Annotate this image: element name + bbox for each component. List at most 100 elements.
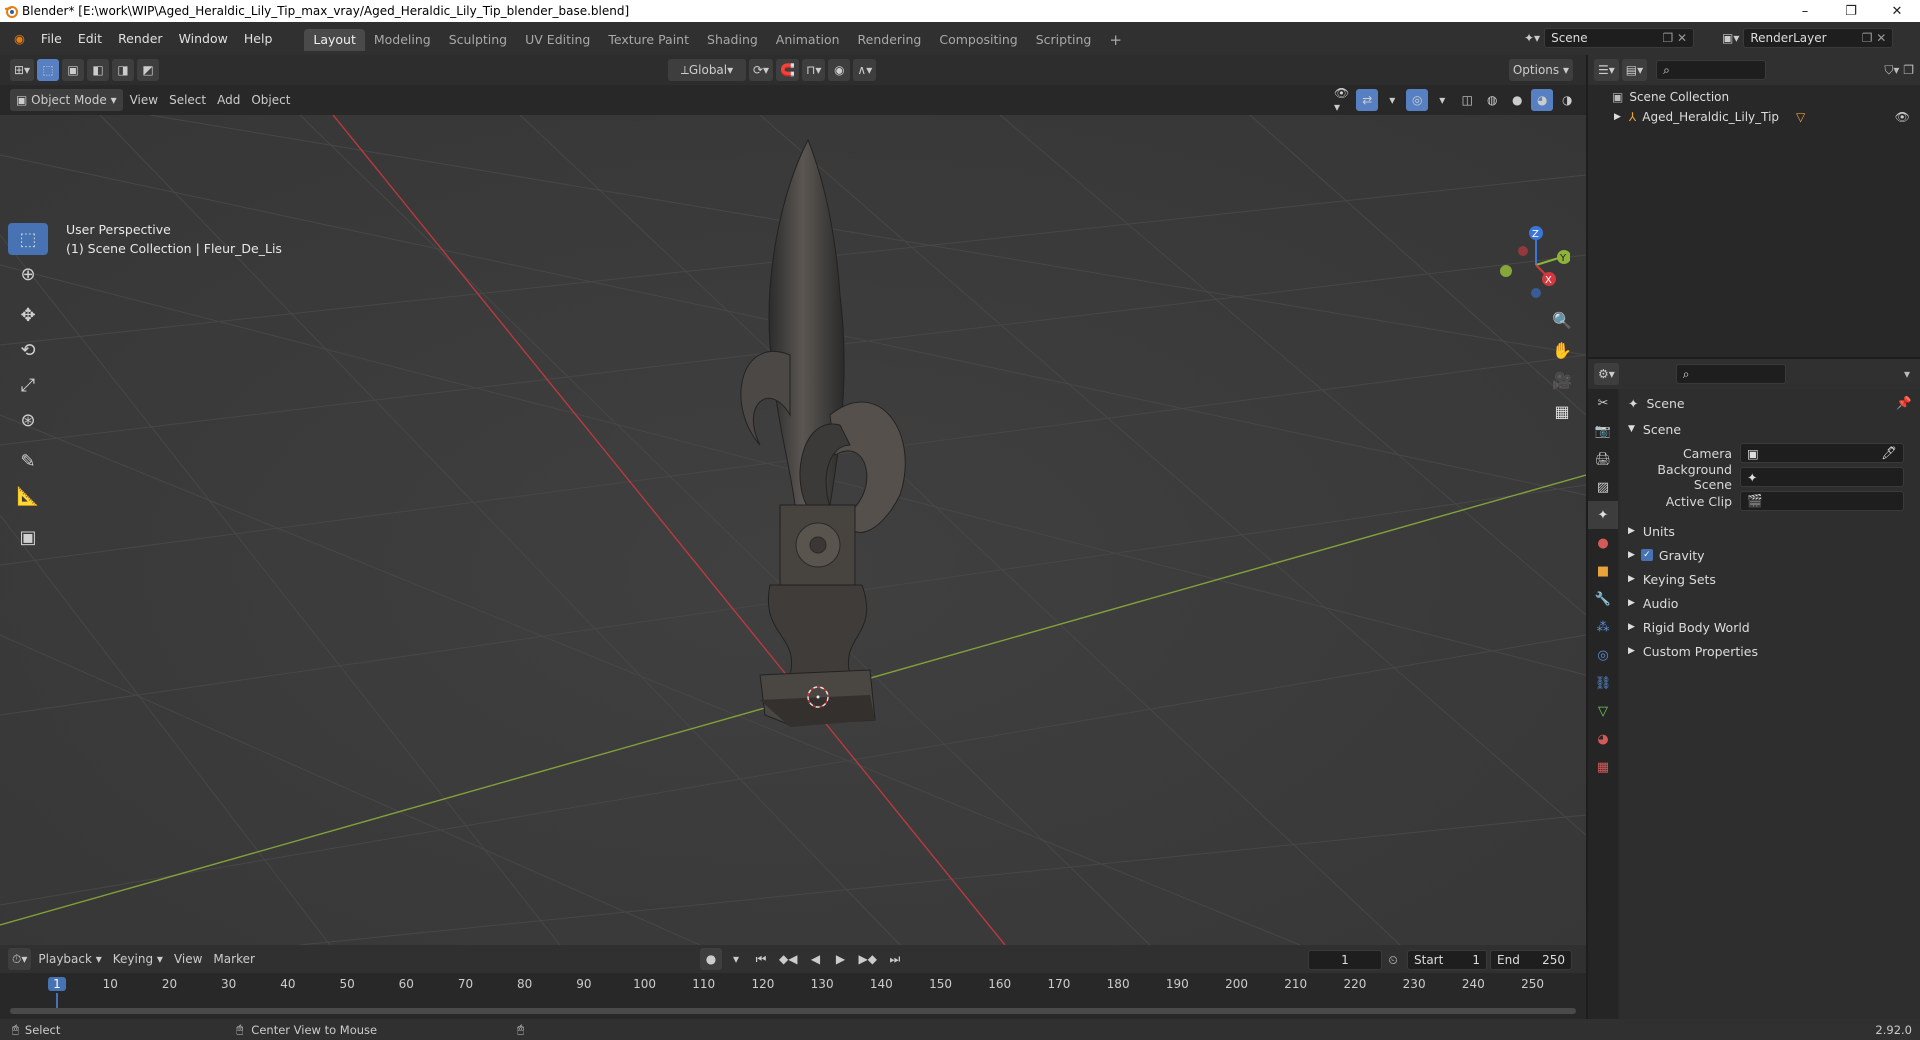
proportional-edit-icon[interactable]: ◉	[828, 59, 851, 81]
scene-selector[interactable]: Scene ❐ ✕	[1544, 28, 1695, 48]
measure-tool-icon[interactable]: 📐	[8, 480, 48, 512]
particles-tab-icon[interactable]: ⁂	[1588, 613, 1618, 641]
viewport-menu-view[interactable]: View	[126, 89, 162, 111]
pin-icon[interactable]: 📌	[1896, 395, 1912, 411]
outliner-item[interactable]: ▶ ⅄ Aged_Heraldic_Lily_Tip ▽ 👁	[1588, 107, 1920, 127]
physics-tab-icon[interactable]: ◎	[1588, 641, 1618, 669]
zoom-icon[interactable]: 🔍	[1548, 306, 1576, 334]
background-scene-field[interactable]: ✦	[1740, 467, 1904, 487]
outliner-editor-type-icon[interactable]: ☰▾	[1594, 59, 1619, 81]
transform-tool-icon[interactable]: ⊛	[8, 404, 48, 436]
timeline-menu-view[interactable]: View	[170, 948, 206, 970]
xray-icon[interactable]: ◫	[1456, 89, 1478, 111]
menu-edit[interactable]: Edit	[70, 27, 110, 51]
custom-properties-panel[interactable]: ▶ Custom Properties	[1620, 639, 1920, 663]
gravity-checkbox[interactable]: ✓	[1640, 549, 1653, 561]
outliner-search-input[interactable]: ⌕	[1656, 60, 1767, 80]
add-workspace-icon[interactable]: +	[1100, 29, 1131, 51]
expand-arrow-icon[interactable]: ▶	[1614, 112, 1621, 122]
play-icon[interactable]: ▶	[829, 948, 851, 970]
scene-tab-icon[interactable]: ✦	[1588, 501, 1618, 529]
data-tab-icon[interactable]: ▽	[1588, 697, 1618, 725]
end-frame-input[interactable]: End 250	[1490, 950, 1572, 970]
display-mode-icon[interactable]: ▤▾	[1621, 59, 1648, 81]
copy-layer-icon[interactable]: ❐ ✕	[1862, 31, 1887, 45]
tab-layout[interactable]: Layout	[304, 28, 365, 51]
proportional-falloff-icon[interactable]: ∧▾	[853, 59, 877, 81]
properties-options-icon[interactable]: ▾	[1904, 367, 1910, 381]
menu-help[interactable]: Help	[236, 27, 281, 51]
tab-modeling[interactable]: Modeling	[365, 29, 440, 51]
keying-sets-panel[interactable]: ▶ Keying Sets	[1620, 567, 1920, 591]
tab-texture-paint[interactable]: Texture Paint	[599, 29, 698, 51]
tab-compositing[interactable]: Compositing	[930, 29, 1026, 51]
start-frame-input[interactable]: Start 1	[1407, 950, 1487, 970]
rigid-body-world-panel[interactable]: ▶ Rigid Body World	[1620, 615, 1920, 639]
constraints-tab-icon[interactable]: ⛓	[1588, 669, 1618, 697]
object-mode-dropdown[interactable]: ▣ Object Mode ▾	[10, 89, 123, 111]
play-reverse-icon[interactable]: ◀	[804, 948, 826, 970]
properties-search-input[interactable]: ⌕	[1675, 364, 1786, 384]
scale-tool-icon[interactable]: ⤢	[8, 369, 48, 401]
minimize-button[interactable]: –	[1782, 0, 1828, 22]
view-layer-selector[interactable]: RenderLayer ❐ ✕	[1743, 28, 1894, 48]
shading-solid-icon[interactable]: ●	[1506, 89, 1528, 111]
render-tab-icon[interactable]: 📷	[1588, 417, 1618, 445]
timeline-menu-playback[interactable]: Playback ▾	[34, 948, 105, 970]
select-box-icon[interactable]: ⬚	[37, 59, 60, 81]
world-tab-icon[interactable]: ●	[1588, 529, 1618, 557]
record-options-icon[interactable]: ▾	[725, 948, 747, 970]
eye-visibility-icon[interactable]: 👁	[1895, 110, 1910, 124]
camera-view-icon[interactable]: 🎥	[1548, 366, 1576, 394]
scene-collection-row[interactable]: ▣ Scene Collection	[1588, 87, 1920, 107]
view-layer-icon[interactable]: ▣▾	[1722, 31, 1739, 45]
maximize-button[interactable]: ❐	[1828, 0, 1874, 22]
snap-target-icon[interactable]: ⊓▾	[802, 59, 826, 81]
tab-shading[interactable]: Shading	[698, 29, 767, 51]
blender-menu-icon[interactable]: ◉	[6, 27, 33, 51]
close-button[interactable]: ✕	[1874, 0, 1920, 22]
modifier-icon[interactable]: ▽	[1796, 110, 1805, 124]
current-frame-input[interactable]: 1	[1308, 950, 1382, 970]
audio-panel[interactable]: ▶ Audio	[1620, 591, 1920, 615]
next-keyframe-icon[interactable]: ▶◆	[854, 948, 880, 970]
rotate-tool-icon[interactable]: ⟲	[8, 334, 48, 366]
overlay-dropdown-icon[interactable]: ▾	[1431, 89, 1453, 111]
select-mode-extend-icon[interactable]: ◧	[87, 59, 110, 81]
tab-sculpting[interactable]: Sculpting	[440, 29, 516, 51]
record-icon[interactable]: ●	[700, 948, 722, 970]
select-mode-new-icon[interactable]: ▣	[62, 59, 85, 81]
3d-viewport[interactable]: User Perspective (1) Scene Collection | …	[0, 115, 1586, 945]
properties-editor-type-icon[interactable]: ⚙▾	[1594, 363, 1619, 385]
transform-orientation-dropdown[interactable]: ⟂ Global ▾	[668, 59, 746, 81]
move-tool-icon[interactable]: ✥	[8, 299, 48, 331]
tab-uv-editing[interactable]: UV Editing	[516, 29, 599, 51]
shading-material-icon[interactable]: ◕	[1531, 89, 1554, 111]
annotate-tool-icon[interactable]: ✎	[8, 445, 48, 477]
viewport-menu-object[interactable]: Object	[247, 89, 294, 111]
cursor-tool-icon[interactable]: ⊕	[8, 258, 48, 290]
view-layer-tab-icon[interactable]: ▨	[1588, 473, 1618, 501]
shading-wireframe-icon[interactable]: ◍	[1481, 89, 1503, 111]
object-tab-icon[interactable]: ■	[1588, 557, 1618, 585]
tab-rendering[interactable]: Rendering	[849, 29, 931, 51]
jump-start-icon[interactable]: ⏮	[750, 948, 772, 970]
prev-keyframe-icon[interactable]: ◆◀	[775, 948, 801, 970]
gizmo-dropdown-icon[interactable]: ▾	[1381, 89, 1403, 111]
scene-icon[interactable]: ✦▾	[1524, 31, 1540, 45]
timeline-scrollbar[interactable]	[10, 1008, 1576, 1014]
visibility-icon[interactable]: 👁▾	[1330, 86, 1353, 114]
preview-range-icon[interactable]: ⏲	[1382, 949, 1404, 971]
overlay-toggle-icon[interactable]: ◎	[1406, 89, 1429, 111]
output-tab-icon[interactable]: 🖨	[1588, 445, 1618, 473]
timeline-menu-keying[interactable]: Keying ▾	[109, 948, 167, 970]
jump-end-icon[interactable]: ⏭	[884, 948, 906, 970]
ortho-grid-icon[interactable]: ▦	[1548, 397, 1576, 425]
select-mode-subtract-icon[interactable]: ◨	[112, 59, 135, 81]
tab-scripting[interactable]: Scripting	[1027, 29, 1101, 51]
filter-icon[interactable]: ⛉▾ ❐	[1884, 63, 1914, 78]
viewport-menu-select[interactable]: Select	[165, 89, 210, 111]
tab-animation[interactable]: Animation	[767, 29, 849, 51]
tool-tab-icon[interactable]: ✂	[1588, 389, 1618, 417]
current-frame-marker[interactable]: 1	[48, 977, 66, 991]
